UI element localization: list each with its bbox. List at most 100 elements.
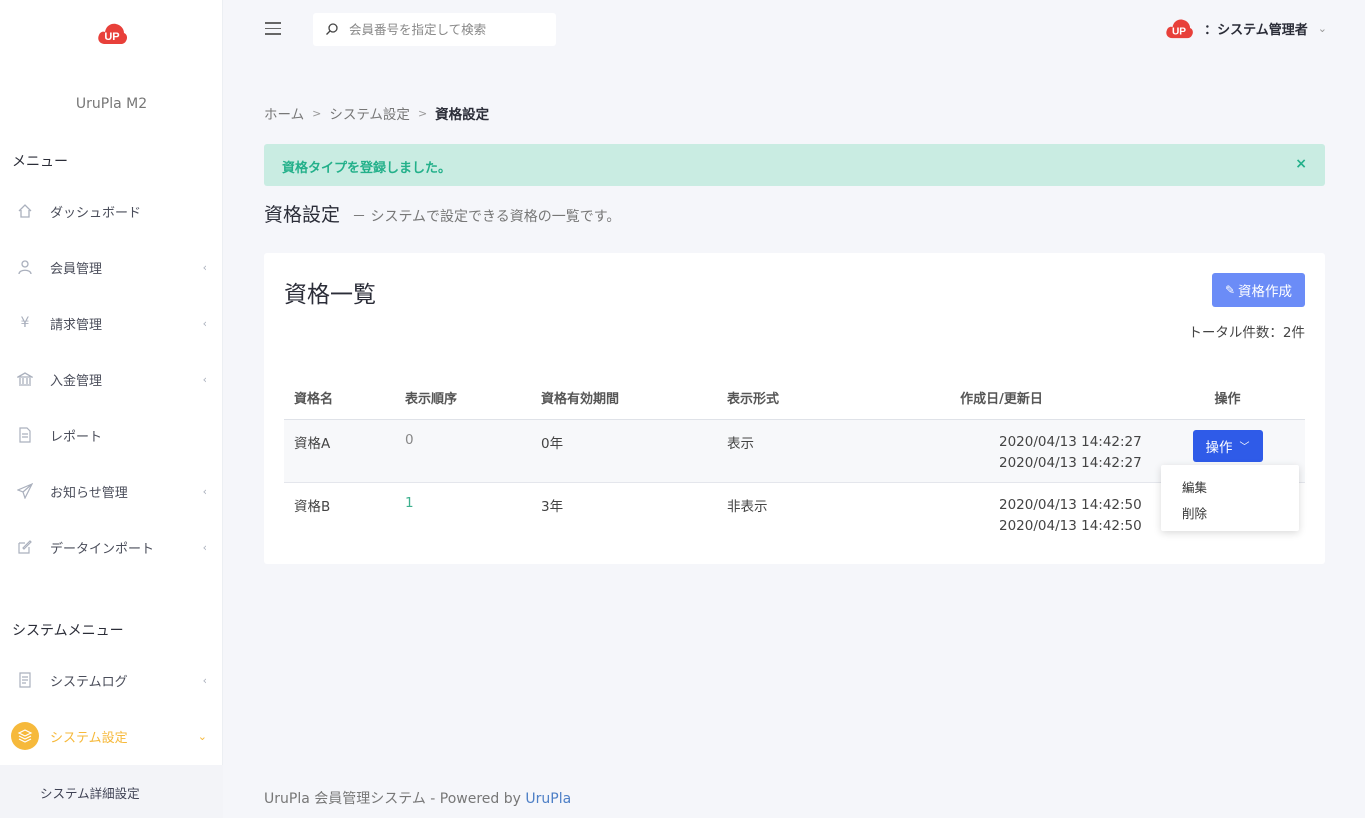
column-header: 資格有効期間: [531, 377, 717, 420]
layers-icon: [11, 722, 39, 750]
svg-text:UP: UP: [1172, 26, 1186, 37]
column-header: 作成日/更新日: [853, 377, 1150, 420]
updated-date: 2020/04/13 14:42:27: [999, 454, 1142, 471]
sidebar-item-data-import[interactable]: データインポート ‹: [0, 527, 223, 567]
send-icon: [16, 482, 34, 500]
operation-button-label: 操作: [1205, 439, 1233, 456]
svg-text:UP: UP: [104, 31, 119, 43]
search-box: [313, 13, 556, 46]
edit-icon: [16, 538, 34, 556]
page-title: 資格設定: [264, 204, 341, 226]
sidebar-item-system-settings[interactable]: システム設定 ⌄: [0, 716, 223, 756]
table-row: 資格A 0 0年 表示 2020/04/13 14:42:27 2020/04/…: [284, 419, 1305, 483]
chevron-left-icon: ‹: [202, 260, 207, 274]
sidebar-item-label: システムログ: [50, 674, 128, 690]
sidebar: UP UruPla M2 メニュー ダッシュボード 会員管理 ‹ ¥ 請求管理 …: [0, 0, 223, 818]
sidebar-item-members[interactable]: 会員管理 ‹: [0, 247, 223, 287]
page-subtitle: － システムで設定できる資格の一覧です。: [352, 209, 621, 225]
home-icon: [16, 202, 34, 220]
chevron-left-icon: ‹: [202, 673, 207, 687]
chevron-down-icon: ﹀: [1239, 442, 1250, 453]
cell-name: 資格B: [294, 498, 331, 515]
sidebar-item-label: レポート: [50, 429, 103, 445]
sidebar-subitem-label: システム詳細設定: [40, 786, 140, 801]
cell-period: 0年: [531, 419, 717, 483]
chevron-left-icon: ‹: [202, 484, 207, 498]
cell-display: 表示: [717, 419, 853, 483]
column-header: 資格名: [284, 377, 395, 420]
sidebar-item-label: 入金管理: [50, 373, 103, 389]
chevron-left-icon: ‹: [202, 316, 207, 330]
chevron-left-icon: ‹: [202, 540, 207, 554]
footer: UruPla 会員管理システム - Powered by UruPla: [264, 788, 571, 808]
sidebar-item-label: システム設定: [50, 730, 128, 746]
edit-icon: ✎: [1224, 283, 1236, 297]
search-icon: [326, 23, 338, 35]
sidebar-item-label: ダッシュボード: [50, 205, 142, 221]
cell-period: 3年: [541, 498, 564, 515]
breadcrumb-separator: >: [417, 106, 428, 120]
table-row: 資格B 1 3年 非表示 2020/04/13 14:42:50 2020/04…: [284, 482, 1305, 545]
success-alert: 資格タイプを登録しました。 ×: [264, 144, 1325, 186]
footer-link[interactable]: UruPla: [525, 791, 571, 807]
breadcrumb-current: 資格設定: [435, 107, 490, 123]
updated-date: 2020/04/13 14:42:50: [999, 517, 1142, 534]
menu-toggle-icon[interactable]: [265, 22, 281, 35]
urupla-logo[interactable]: UP: [96, 20, 128, 46]
menu-item-edit[interactable]: 編集: [1182, 477, 1207, 496]
search-input[interactable]: [349, 19, 549, 40]
sidebar-item-billing[interactable]: ¥ 請求管理 ‹: [0, 303, 223, 343]
column-header: 操作: [1150, 377, 1305, 420]
created-date: 2020/04/13 14:42:50: [999, 496, 1142, 513]
chevron-left-icon: ‹: [202, 372, 207, 386]
system-menu-heading: システムメニュー: [12, 623, 124, 639]
menu-item-delete[interactable]: 削除: [1182, 503, 1207, 522]
user-name: ：システム管理者: [1204, 22, 1308, 38]
cell-display: 非表示: [727, 498, 768, 515]
menu-heading: メニュー: [12, 154, 68, 170]
sidebar-item-label: 請求管理: [50, 317, 103, 333]
sidebar-item-notices[interactable]: お知らせ管理 ‹: [0, 471, 223, 511]
sidebar-item-label: お知らせ管理: [50, 485, 128, 501]
column-header: 表示形式: [717, 377, 853, 420]
user-icon: [16, 258, 34, 276]
card-title: 資格一覧: [284, 282, 376, 308]
yen-icon: ¥: [20, 315, 30, 331]
breadcrumb: ホーム > システム設定 > 資格設定: [264, 103, 490, 124]
operation-dropdown-menu: 編集 削除: [1161, 465, 1299, 531]
total-count: トータル件数：2件: [1188, 325, 1305, 341]
close-icon[interactable]: ×: [1295, 156, 1307, 172]
alert-message: 資格タイプを登録しました。: [282, 161, 452, 176]
cell-order: 0: [395, 419, 531, 483]
cell-name: 資格A: [284, 419, 395, 483]
sidebar-item-label: データインポート: [50, 541, 155, 557]
sidebar-item-payments[interactable]: 入金管理 ‹: [0, 359, 223, 399]
chevron-down-icon: ⌄: [1317, 21, 1327, 35]
column-header: 表示順序: [395, 377, 531, 420]
cell-dates: 2020/04/13 14:42:27 2020/04/13 14:42:27: [853, 419, 1150, 483]
footer-text: UruPla 会員管理システム - Powered by: [264, 791, 526, 807]
breadcrumb-system-settings[interactable]: システム設定: [329, 103, 410, 123]
breadcrumb-home[interactable]: ホーム: [264, 103, 304, 123]
sidebar-item-dashboard[interactable]: ダッシュボード: [0, 191, 223, 231]
created-date: 2020/04/13 14:42:27: [999, 433, 1142, 450]
sidebar-subitem-system-detail[interactable]: システム詳細設定: [0, 765, 223, 818]
sidebar-item-system-log[interactable]: システムログ ‹: [0, 660, 223, 700]
document-icon: [16, 426, 34, 444]
cell-dates: 2020/04/13 14:42:50 2020/04/13 14:42:50: [853, 482, 1150, 545]
page-header: 資格設定 － システムで設定できる資格の一覧です。: [264, 200, 620, 227]
user-avatar-logo: UP: [1166, 19, 1194, 39]
brand-name: UruPla M2: [75, 96, 148, 112]
breadcrumb-separator: >: [312, 106, 322, 120]
user-menu[interactable]: UP ：システム管理者 ⌄: [1164, 16, 1327, 40]
sidebar-item-reports[interactable]: レポート: [0, 415, 223, 455]
create-qualification-button[interactable]: ✎ 資格作成: [1212, 273, 1305, 307]
chevron-down-icon: ⌄: [197, 729, 207, 743]
sidebar-item-label: 会員管理: [50, 261, 103, 277]
qualification-table: 資格名 表示順序 資格有効期間 表示形式 作成日/更新日 操作 資格A 0 0年…: [284, 377, 1305, 545]
table-header-row: 資格名 表示順序 資格有効期間 表示形式 作成日/更新日 操作: [284, 377, 1305, 420]
bank-icon: [16, 370, 34, 388]
create-button-label: 資格作成: [1238, 284, 1293, 300]
cell-order: 1: [405, 494, 414, 511]
operation-button[interactable]: 操作 ﹀: [1192, 429, 1263, 462]
